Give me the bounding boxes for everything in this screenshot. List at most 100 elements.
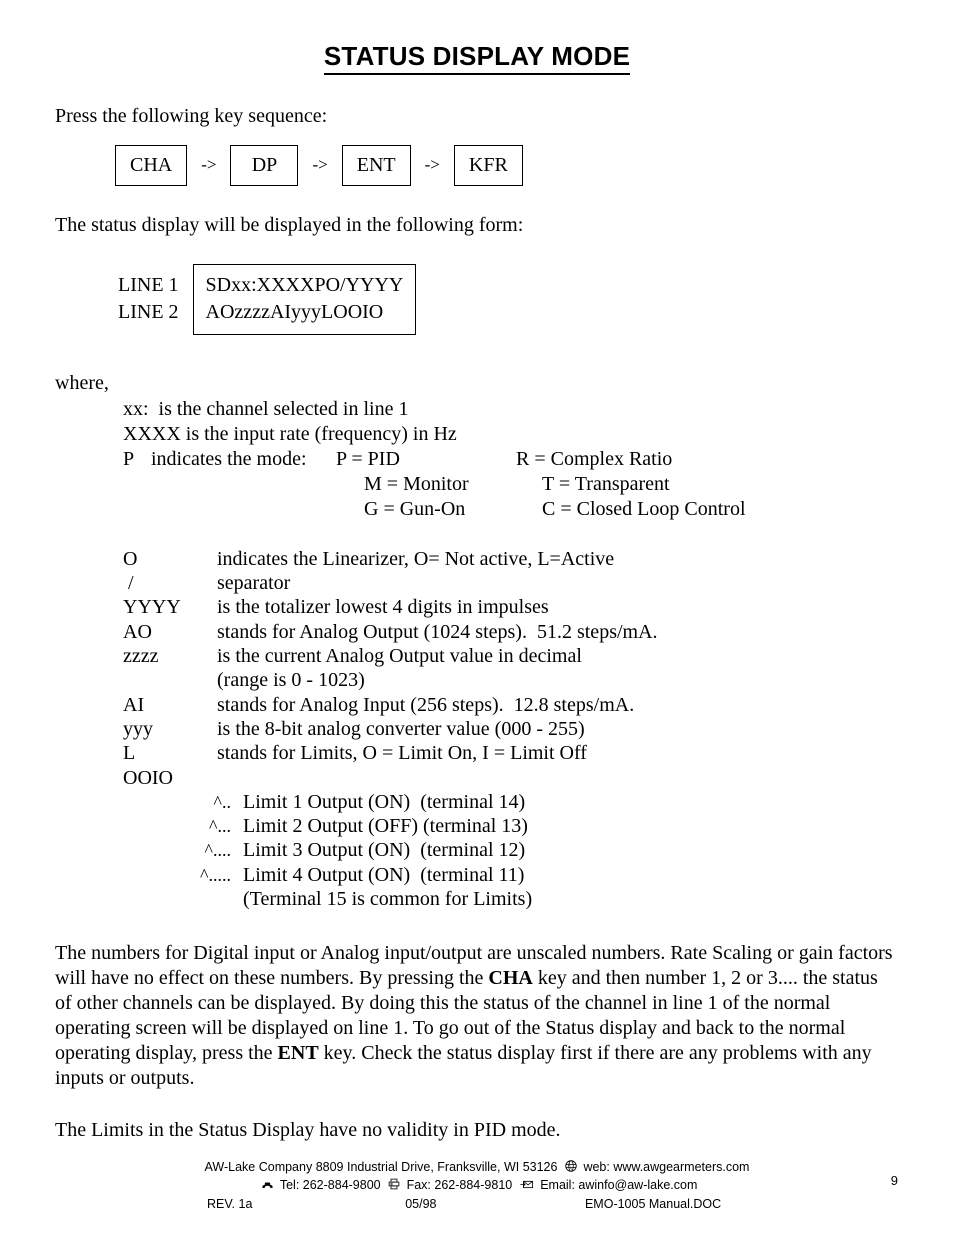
table-row: L stands for Limits, O = Limit On, I = L… [123,741,658,765]
definition-desc: stands for Limits, O = Limit On, I = Lim… [217,742,587,765]
table-row: ^..... Limit 4 Output (ON) (terminal 11) [123,863,532,887]
definition-desc: stands for Analog Input (256 steps). 12.… [217,693,635,716]
fax-icon [388,1178,400,1195]
page-footer: AW-Lake Company 8809 Industrial Drive, F… [0,1159,954,1213]
definition-term: / [123,572,134,595]
limit-caret: ^... [209,816,231,837]
definition-desc: indicates the Linearizer, O= Not active,… [217,547,615,570]
globe-icon [565,1160,577,1177]
display-form-box: SDxx:XXXXPO/YYYY AOzzzzAIyyyLOOIO [192,263,417,335]
definition-term: L [123,742,136,765]
display-form-block: LINE 1 LINE 2 SDxx:XXXXPO/YYYY AOzzzzAIy… [118,263,899,335]
mode-right-1: T = Transparent [542,472,670,495]
mode-right-2: C = Closed Loop Control [542,497,746,520]
definition-term: yyy [123,717,153,740]
intro-form-text: The status display will be displayed in … [55,213,524,236]
definition-term: YYYY [123,596,181,619]
display-line-labels: LINE 1 LINE 2 [118,264,179,326]
limit-desc: Limit 4 Output (ON) (terminal 11) [243,863,525,886]
table-row: YYYY is the totalizer lowest 4 digits in… [123,595,658,619]
definition-term: zzzz [123,645,159,668]
line-1-value: SDxx:XXXXPO/YYYY [205,273,404,296]
table-row: G = Gun-On C = Closed Loop Control [123,497,746,522]
page-number: 9 [890,1173,898,1188]
footer-web-text[interactable]: web: www.awgearmeters.com [583,1160,749,1174]
limits-table: ^.. Limit 1 Output (ON) (terminal 14) ^.… [123,790,532,911]
telephone-icon [261,1178,274,1195]
definition-desc: is the 8-bit analog converter value (000… [217,717,585,740]
closing-final-note: The Limits in the Status Display have no… [55,1119,561,1142]
table-row: (range is 0 - 1023) [123,668,658,692]
line-2-label: LINE 2 [118,300,179,323]
document-page: STATUS DISPLAY MODE Press the following … [0,0,954,1235]
key-button-kfr[interactable]: KFR [453,144,523,186]
mode-label: indicates the mode: [151,447,307,470]
definition-desc: is the totalizer lowest 4 digits in impu… [217,596,549,619]
arrow-separator-3: -> [424,155,440,175]
table-row: zzzz is the current Analog Output value … [123,644,658,668]
definitions-top: xx: is the channel selected in line 1 XX… [123,397,899,447]
where-label: where, [55,371,109,394]
definition-term: AI [123,693,145,716]
table-row: (Terminal 15 is common for Limits) [123,887,532,911]
page-title-text: STATUS DISPLAY MODE [323,41,631,75]
mode-left-2: G = Gun-On [364,497,466,520]
table-row: yyy is the 8-bit analog converter value … [123,717,658,741]
mode-table: P indicates the mode: P = PID R = Comple… [123,447,746,522]
footer-company-text: AW-Lake Company 8809 Industrial Drive, F… [204,1160,558,1174]
key-button-cha[interactable]: CHA [115,144,188,186]
mode-spacer-1 [123,472,151,497]
definition-term: AO [123,620,152,643]
closing-bold-ent: ENT [277,1042,319,1065]
mode-spacer-2b [151,497,336,522]
table-row: O indicates the Linearizer, O= Not activ… [123,547,658,571]
mode-right-0: R = Complex Ratio [516,447,673,470]
table-row: AI stands for Analog Input (256 steps). … [123,693,658,717]
footer-company-line: AW-Lake Company 8809 Industrial Drive, F… [0,1159,954,1177]
intro-press-text: Press the following key sequence: [55,104,328,127]
definition-desc: is the current Analog Output value in de… [217,645,582,668]
footer-date: 05/98 [405,1197,437,1211]
footer-contact-line: Tel: 262-884-9800 Fax: 262-884-9810 Emai… [0,1177,954,1195]
definition-term [123,668,217,692]
table-row: / separator [123,571,658,595]
table-row: AO stands for Analog Output (1024 steps)… [123,620,658,644]
table-row: M = Monitor T = Transparent [123,472,746,497]
key-sequence: CHA -> DP -> ENT -> KFR [115,144,899,186]
line-2-value: AOzzzzAIyyyLOOIO [205,300,384,323]
key-button-dp[interactable]: DP [230,144,299,186]
mode-spacer-2 [123,497,151,522]
definition-desc: (range is 0 - 1023) [217,669,365,692]
definition-xx: xx: is the channel selected in line 1 [123,397,409,420]
limit-caret: ^.... [204,840,231,861]
page-title: STATUS DISPLAY MODE [55,0,899,75]
footer-fax-text: Fax: 262-884-9810 [406,1178,513,1192]
limit-caret: ^.. [213,791,231,812]
definition-term: O [123,547,138,570]
definition-xxxx: XXXX is the input rate (frequency) in Hz [123,422,457,445]
limits-pattern: OOIO [123,766,173,789]
mode-symbol: P [123,447,135,470]
table-row: ^.... Limit 3 Output (ON) (terminal 12) [123,838,532,862]
footer-email-text[interactable]: Email: awinfo@aw-lake.com [540,1178,697,1192]
definition-list: O indicates the Linearizer, O= Not activ… [123,547,658,766]
table-row: ^... Limit 2 Output (OFF) (terminal 13) [123,814,532,838]
arrow-separator-2: -> [312,155,328,175]
footer-tel-text: Tel: 262-884-9800 [279,1178,381,1192]
limit-caret: ^..... [200,864,231,885]
definition-desc: stands for Analog Output (1024 steps). 5… [217,620,658,643]
definition-desc: separator [217,572,291,595]
arrow-separator-1: -> [201,155,217,175]
limit-desc: (Terminal 15 is common for Limits) [243,888,533,911]
closing-paragraph: The numbers for Digital input or Analog … [55,941,899,1091]
footer-filename: EMO-1005 Manual.DOC [584,1197,722,1211]
key-button-ent[interactable]: ENT [341,144,411,186]
mode-left-0: P = PID [336,447,400,470]
footer-revision: REV. 1a [207,1197,253,1211]
mode-left-1: M = Monitor [364,472,469,495]
mode-spacer-1b [151,472,336,497]
limit-desc: Limit 2 Output (OFF) (terminal 13) [243,815,528,838]
closing-bold-cha: CHA [488,967,533,990]
limit-desc: Limit 3 Output (ON) (terminal 12) [243,839,526,862]
envelope-icon [520,1178,534,1195]
